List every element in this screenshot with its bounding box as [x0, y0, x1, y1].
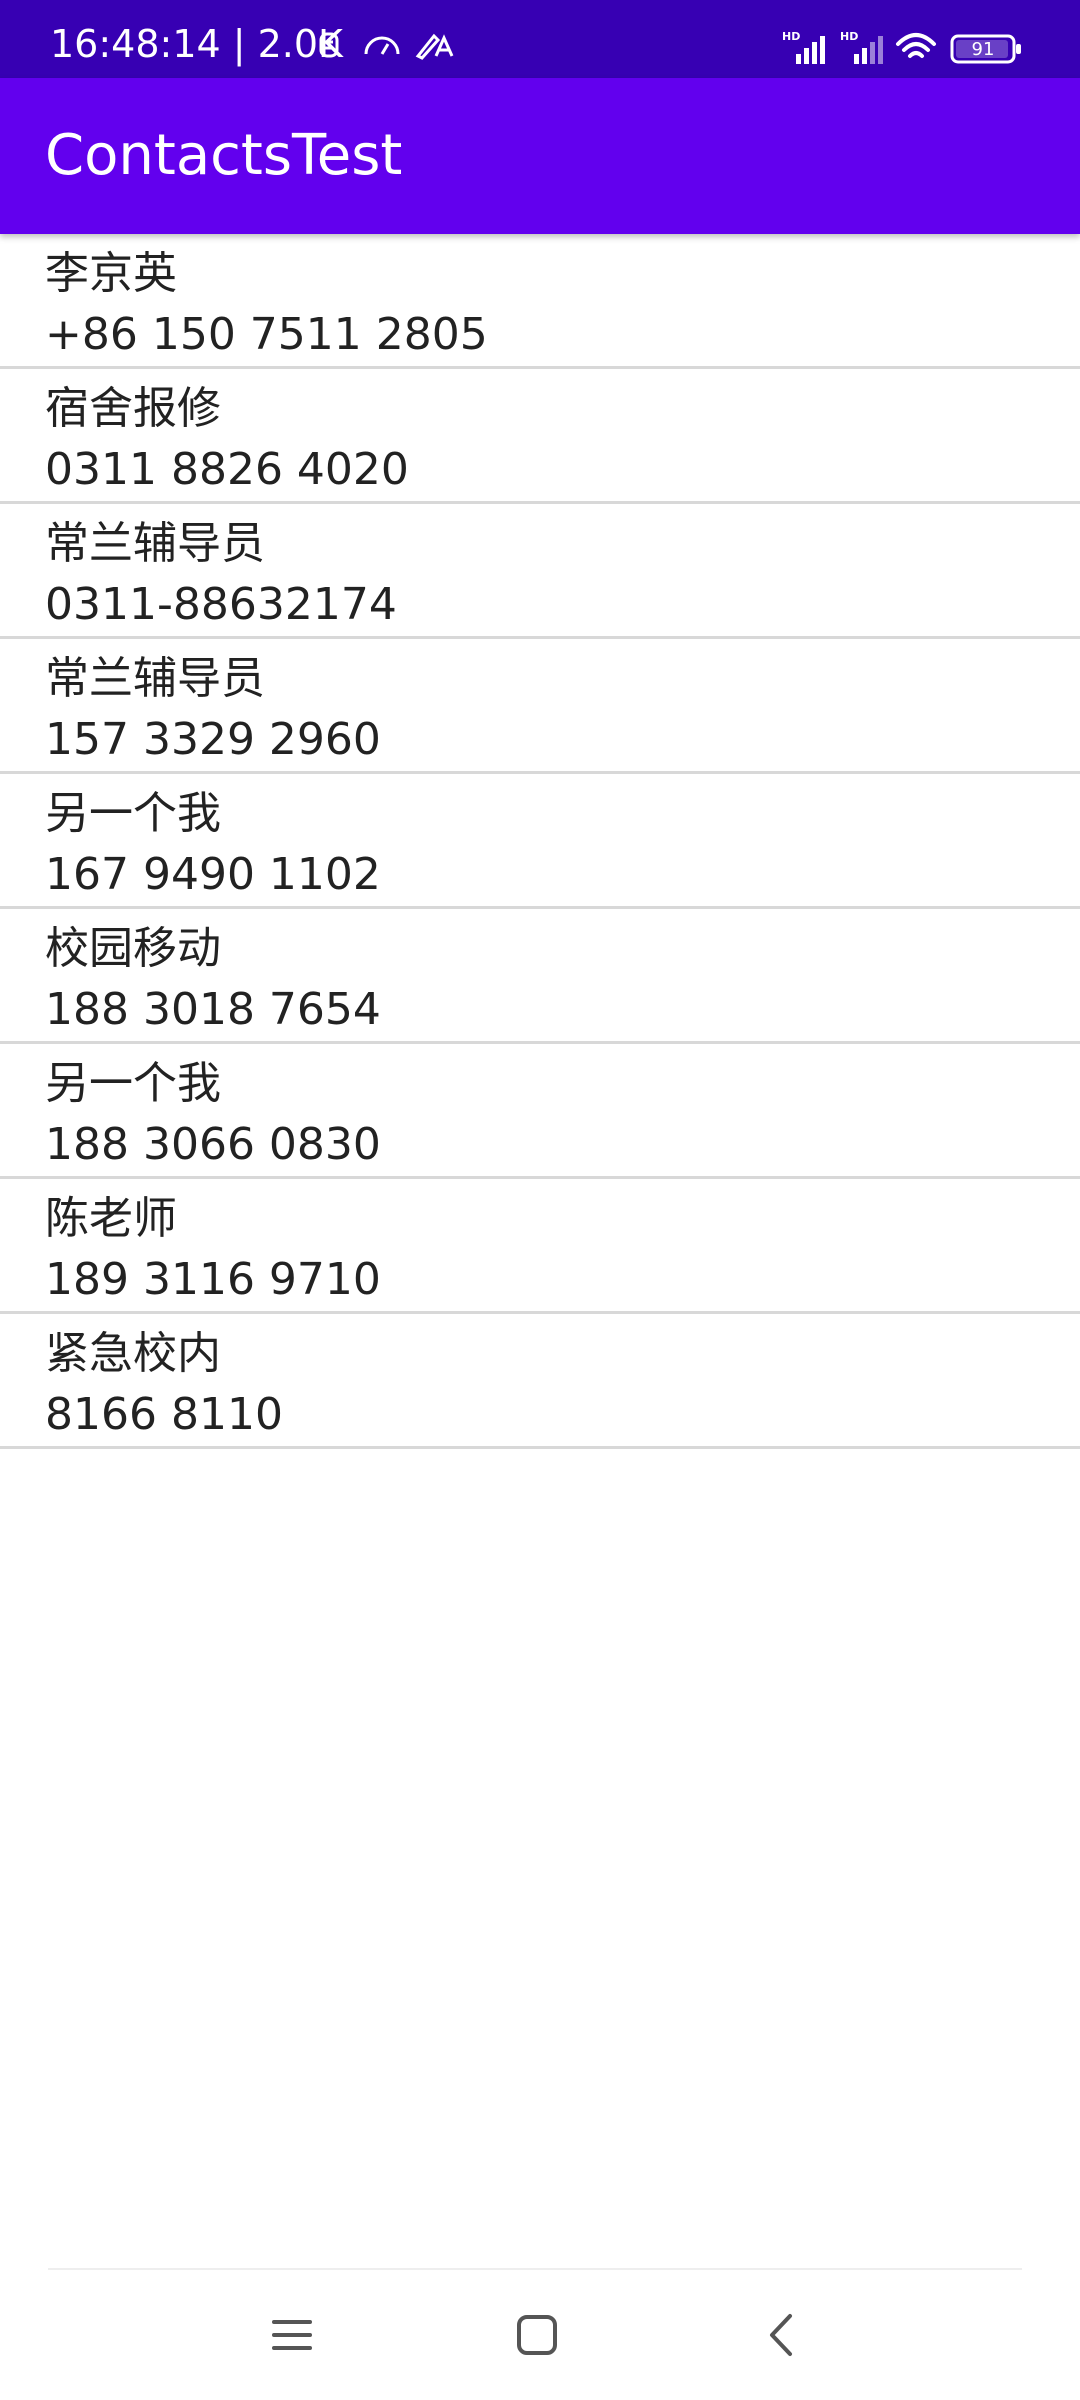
wifi-icon: [896, 33, 936, 58]
contact-list[interactable]: 李京英 +86 150 7511 2805 宿舍报修 0311 8826 402…: [0, 234, 1080, 1449]
contact-item[interactable]: 宿舍报修 0311 8826 4020: [0, 369, 1080, 504]
home-button[interactable]: [497, 2300, 577, 2370]
contact-number: 0311 8826 4020: [45, 444, 409, 495]
status-bar: 16:48:14 | 2.0K HD HD 91: [0, 0, 1080, 78]
contact-name: 另一个我: [45, 1058, 221, 1109]
svg-text:HD: HD: [782, 30, 800, 43]
battery-level: 91: [972, 39, 995, 60]
pen-icon: [415, 33, 454, 60]
back-button[interactable]: [742, 2300, 822, 2370]
home-icon: [517, 2315, 557, 2355]
contact-number: 188 3066 0830: [45, 1119, 381, 1170]
contact-number: 188 3018 7654: [45, 984, 381, 1035]
contact-name: 常兰辅导员: [45, 518, 265, 569]
contact-name: 宿舍报修: [45, 383, 221, 434]
hd-signal-icon: HD: [840, 30, 883, 64]
contact-name: 校园移动: [45, 923, 221, 974]
contact-item[interactable]: 另一个我 167 9490 1102: [0, 774, 1080, 909]
contact-name: 陈老师: [45, 1193, 177, 1244]
menu-icon: [272, 2320, 312, 2350]
contact-number: +86 150 7511 2805: [45, 309, 488, 360]
svg-text:HD: HD: [840, 30, 858, 43]
contact-item[interactable]: 校园移动 188 3018 7654: [0, 909, 1080, 1044]
contact-item[interactable]: 常兰辅导员 157 3329 2960: [0, 639, 1080, 774]
contact-number: 8166 8110: [45, 1389, 283, 1440]
nav-divider: [48, 2268, 1022, 2270]
contact-number: 157 3329 2960: [45, 714, 381, 765]
hd-signal-icon: HD: [782, 30, 825, 64]
contact-number: 189 3116 9710: [45, 1254, 381, 1305]
status-time: 16:48:14 | 2.0K: [50, 22, 343, 66]
contact-name: 李京英: [45, 248, 177, 299]
contact-number: 0311-88632174: [45, 579, 397, 630]
app-bar: ContactsTest: [0, 78, 1080, 234]
status-left-icons: [318, 30, 468, 64]
screen: 16:48:14 | 2.0K HD HD 91 ContactsTest 李京…: [0, 0, 1080, 2400]
status-right-icons: HD HD 91: [782, 28, 1042, 72]
contact-name: 另一个我: [45, 788, 221, 839]
notification-icon: [319, 32, 339, 58]
contact-item[interactable]: 另一个我 188 3066 0830: [0, 1044, 1080, 1179]
back-icon: [770, 2314, 792, 2356]
contact-item[interactable]: 李京英 +86 150 7511 2805: [0, 234, 1080, 369]
app-title: ContactsTest: [45, 123, 403, 188]
contact-item[interactable]: 常兰辅导员 0311-88632174: [0, 504, 1080, 639]
contact-name: 紧急校内: [45, 1328, 221, 1379]
battery-icon: 91: [950, 34, 1021, 64]
recent-apps-button[interactable]: [252, 2300, 332, 2370]
speedometer-icon: [364, 36, 400, 55]
contact-number: 167 9490 1102: [45, 849, 381, 900]
contact-item[interactable]: 紧急校内 8166 8110: [0, 1314, 1080, 1449]
contact-item[interactable]: 陈老师 189 3116 9710: [0, 1179, 1080, 1314]
contact-name: 常兰辅导员: [45, 653, 265, 704]
